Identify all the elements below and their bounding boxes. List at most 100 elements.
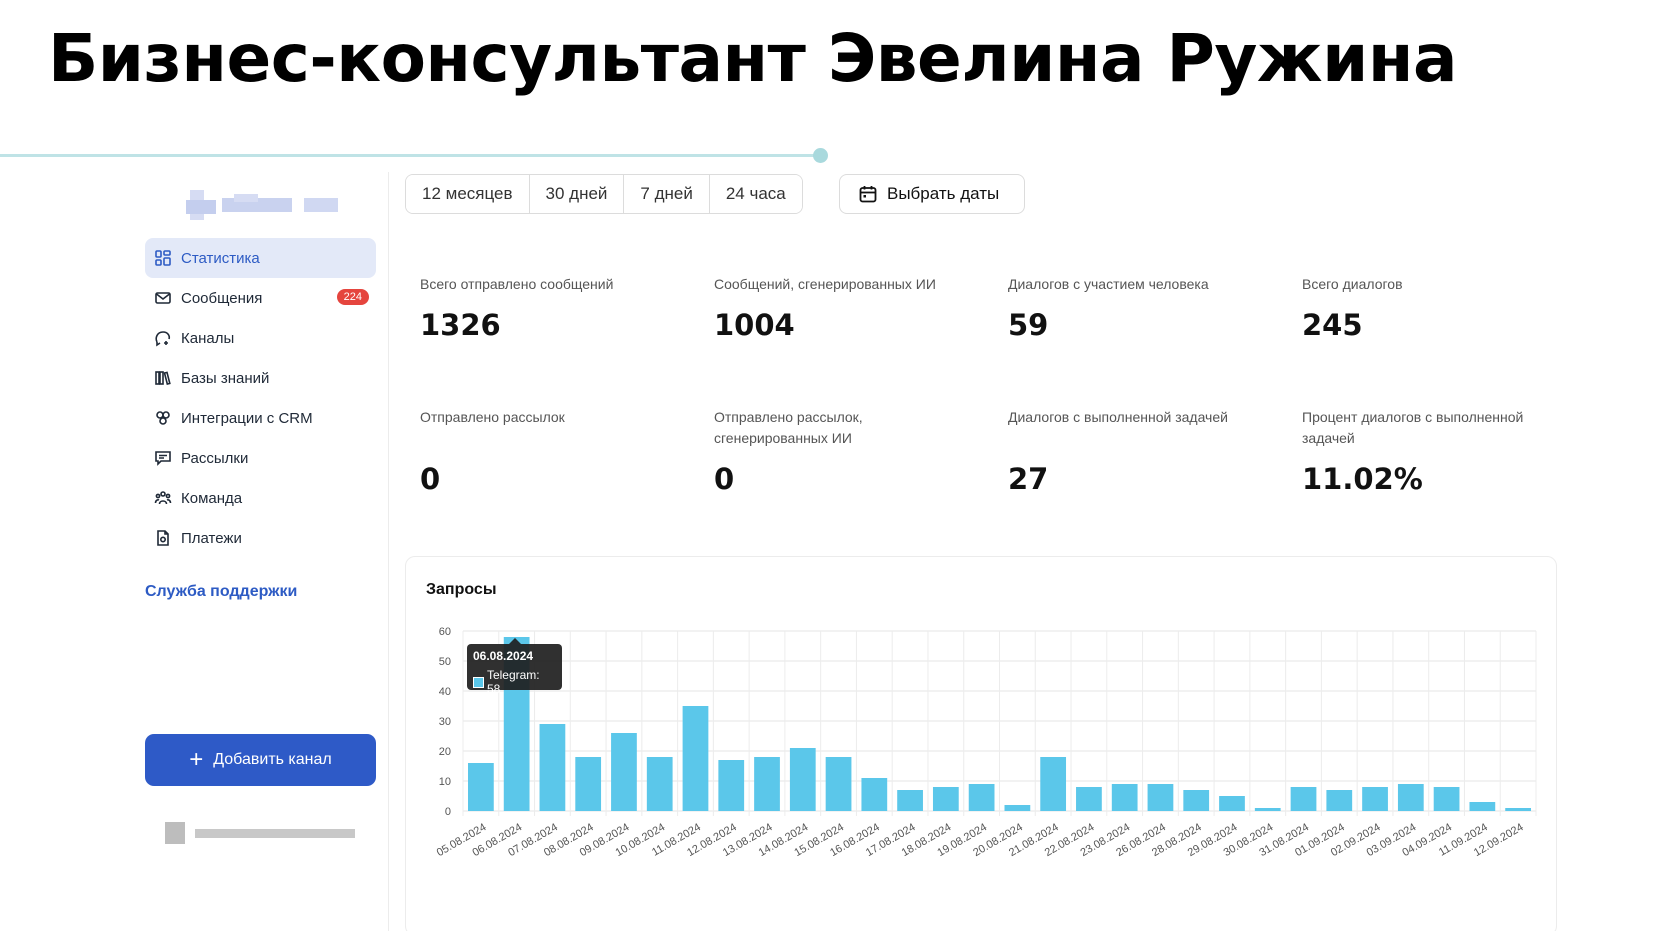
chart-bar[interactable] bbox=[468, 763, 494, 811]
period-selector: 12 месяцев 30 дней 7 дней 24 часа bbox=[405, 174, 803, 214]
period-30-days-button[interactable]: 30 дней bbox=[529, 175, 625, 213]
sidebar-item-label: Статистика bbox=[181, 249, 260, 267]
progress-dot bbox=[813, 148, 828, 163]
chart-bar[interactable] bbox=[1290, 787, 1317, 811]
logo bbox=[186, 190, 338, 220]
chart-bar[interactable] bbox=[1433, 787, 1460, 811]
sidebar-item-label: Команда bbox=[181, 489, 243, 507]
mail-icon bbox=[154, 289, 172, 307]
stat-value: 27 bbox=[1008, 462, 1049, 496]
stat-label: Всего диалогов bbox=[1302, 276, 1403, 292]
y-tick-label: 10 bbox=[439, 776, 451, 788]
chart-bar[interactable] bbox=[1183, 790, 1210, 811]
chart-bar[interactable] bbox=[932, 787, 959, 811]
sidebar-item-payments[interactable]: Платежи bbox=[145, 518, 376, 558]
chart-bar[interactable] bbox=[539, 724, 566, 811]
chart-bar[interactable] bbox=[575, 757, 602, 811]
sidebar-item-label: Платежи bbox=[181, 529, 242, 547]
books-icon bbox=[154, 369, 172, 387]
y-tick-label: 50 bbox=[439, 656, 451, 668]
chart-bar[interactable] bbox=[682, 706, 709, 811]
select-dates-button[interactable]: Выбрать даты bbox=[839, 174, 1025, 214]
progress-line bbox=[0, 154, 820, 157]
stat-label: Всего отправлено сообщений bbox=[420, 276, 614, 292]
stat-ai-messages: Сообщений, сгенерированных ИИ 1004 bbox=[714, 274, 974, 342]
stat-label: Сообщений, сгенерированных ИИ bbox=[714, 276, 936, 292]
stat-label: Отправлено рассылок bbox=[420, 409, 565, 425]
slide-title: Бизнес-консультант Эвелина Ружина bbox=[48, 20, 1457, 97]
sidebar-item-knowledge-bases[interactable]: Базы знаний bbox=[145, 358, 376, 398]
chart-bar[interactable] bbox=[646, 757, 673, 811]
sidebar-item-crm-integrations[interactable]: Интеграции с CRM bbox=[145, 398, 376, 438]
chart-bar[interactable] bbox=[1397, 784, 1424, 811]
stat-value: 0 bbox=[420, 462, 441, 496]
stat-total-messages: Всего отправлено сообщений 1326 bbox=[420, 274, 680, 342]
sidebar-item-channels[interactable]: Каналы bbox=[145, 318, 376, 358]
chart-bar[interactable] bbox=[1111, 784, 1138, 811]
stat-label: Диалогов с выполненной задачей bbox=[1008, 409, 1228, 425]
chart-bar[interactable] bbox=[1219, 796, 1245, 811]
sidebar-item-label: Сообщения bbox=[181, 289, 263, 307]
stat-value: 0 bbox=[714, 462, 735, 496]
channel-icon bbox=[154, 329, 172, 347]
stat-ai-broadcasts: Отправлено рассылок, сгенерированных ИИ … bbox=[714, 407, 894, 496]
y-tick-label: 20 bbox=[439, 746, 451, 758]
y-tick-label: 30 bbox=[439, 716, 451, 728]
chart-bar[interactable] bbox=[1254, 808, 1281, 811]
chart-bar[interactable] bbox=[861, 778, 888, 811]
tooltip-swatch bbox=[473, 676, 484, 688]
sidebar-item-statistics[interactable]: Статистика bbox=[145, 238, 376, 278]
stat-value: 1326 bbox=[420, 308, 501, 342]
stat-label: Отправлено рассылок, сгенерированных ИИ bbox=[714, 409, 863, 446]
chart-bar[interactable] bbox=[1326, 790, 1353, 811]
support-link[interactable]: Служба поддержки bbox=[145, 583, 297, 601]
stat-completed-dialogs: Диалогов с выполненной задачей 27 bbox=[1008, 407, 1268, 496]
sidebar-item-team[interactable]: Команда bbox=[145, 478, 376, 518]
plus-icon: + bbox=[189, 746, 204, 773]
chart-bar[interactable] bbox=[1147, 784, 1174, 811]
chart-bar[interactable] bbox=[1004, 805, 1031, 811]
unread-badge: 224 bbox=[336, 289, 369, 305]
add-channel-button[interactable]: + Добавить канал bbox=[145, 734, 376, 786]
user-profile[interactable] bbox=[165, 822, 360, 846]
main-content: 12 месяцев 30 дней 7 дней 24 часа Выбрат… bbox=[390, 172, 1679, 931]
chart-bar[interactable] bbox=[1362, 787, 1388, 811]
tooltip-date: 06.08.2024 bbox=[473, 649, 534, 663]
period-24-hours-button[interactable]: 24 часа bbox=[709, 175, 802, 213]
team-icon bbox=[154, 489, 172, 507]
stat-label: Процент диалогов с выполненной задачей bbox=[1302, 409, 1524, 446]
broadcast-icon bbox=[154, 449, 172, 467]
stat-value: 245 bbox=[1302, 308, 1363, 342]
stat-human-dialogs: Диалогов с участием человека 59 bbox=[1008, 274, 1268, 342]
y-tick-label: 60 bbox=[439, 626, 451, 638]
tooltip-value: Telegram: 58 bbox=[486, 668, 540, 696]
sidebar: Статистика Сообщения 224 Каналы Базы зна… bbox=[0, 172, 389, 931]
y-tick-label: 40 bbox=[439, 686, 451, 698]
sidebar-nav: Статистика Сообщения 224 Каналы Базы зна… bbox=[145, 238, 376, 558]
stat-total-dialogs: Всего диалогов 245 bbox=[1302, 274, 1562, 342]
chart-bar[interactable] bbox=[611, 733, 637, 811]
chart-bar[interactable] bbox=[825, 757, 852, 811]
sidebar-item-broadcasts[interactable]: Рассылки bbox=[145, 438, 376, 478]
chart-bar[interactable] bbox=[968, 784, 995, 811]
period-7-days-button[interactable]: 7 дней bbox=[624, 175, 710, 213]
sidebar-item-messages[interactable]: Сообщения 224 bbox=[145, 278, 376, 318]
integration-icon bbox=[154, 409, 172, 427]
select-dates-label: Выбрать даты bbox=[887, 184, 1000, 203]
period-12-months-button[interactable]: 12 месяцев bbox=[406, 175, 530, 213]
requests-bar-chart: 010203040506005.08.202406.08.202407.08.2… bbox=[435, 626, 1537, 859]
chart-tooltip: 06.08.2024 Telegram: 58 bbox=[467, 638, 562, 696]
stat-label: Диалогов с участием человека bbox=[1008, 276, 1209, 292]
chart-bar[interactable] bbox=[789, 748, 816, 811]
sidebar-item-label: Интеграции с CRM bbox=[181, 409, 313, 427]
stat-value: 11.02% bbox=[1302, 462, 1423, 496]
chart-bar[interactable] bbox=[754, 757, 780, 811]
chart-bar[interactable] bbox=[1040, 757, 1067, 811]
chart-bar[interactable] bbox=[718, 760, 745, 811]
chart-bar[interactable] bbox=[1505, 808, 1531, 811]
chart-bar[interactable] bbox=[897, 790, 923, 811]
chart-bar[interactable] bbox=[1076, 787, 1102, 811]
y-tick-label: 0 bbox=[445, 806, 451, 818]
stat-value: 1004 bbox=[714, 308, 795, 342]
chart-bar[interactable] bbox=[1469, 802, 1496, 811]
